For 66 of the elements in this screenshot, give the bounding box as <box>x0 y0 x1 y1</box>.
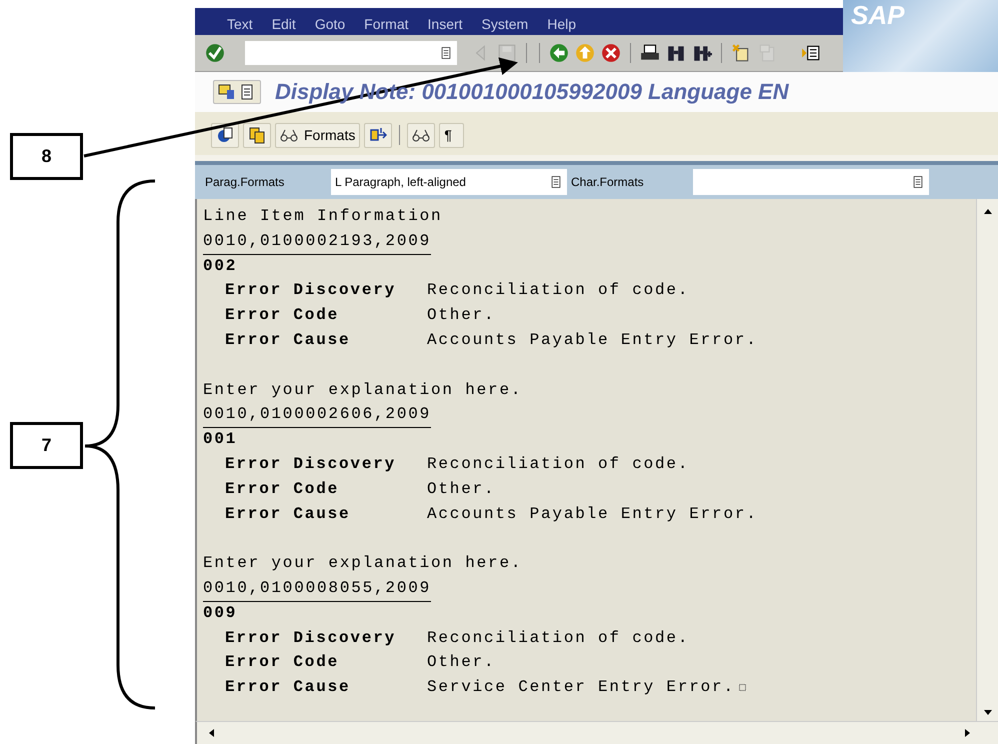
arrows-icon[interactable] <box>369 126 388 144</box>
glasses-button[interactable] <box>407 122 436 148</box>
field-label: Error Code <box>225 478 340 500</box>
field-label: Error Cause <box>225 504 352 525</box>
code-line: 009 <box>203 602 238 624</box>
scroll-up-icon[interactable] <box>982 207 992 215</box>
code-line: 001 <box>203 429 238 450</box>
paragraph-format-label: Parag.Formats <box>205 175 286 189</box>
field-label: Error Cause <box>225 677 352 698</box>
field-value: Other. <box>427 652 496 674</box>
info-icon[interactable] <box>216 126 234 144</box>
text-line: Line Item Information <box>203 206 442 227</box>
menu-item[interactable]: Help <box>547 16 576 32</box>
char-format-field[interactable] <box>693 169 929 195</box>
char-format-label: Char.Formats <box>571 175 645 189</box>
horizontal-scrollbar[interactable] <box>195 721 998 744</box>
field-label: Error Code <box>225 652 340 674</box>
command-field[interactable] <box>245 41 457 65</box>
field-value: Other. <box>427 478 496 500</box>
field-label: Error Discovery <box>225 454 398 475</box>
vertical-scrollbar[interactable] <box>976 199 998 721</box>
field-value: Reconciliation of code. <box>427 454 690 475</box>
text-line: Enter your explanation here. <box>203 553 522 574</box>
field-value: Reconciliation of code. <box>427 628 690 649</box>
reference-line: 0010,0100002193,2009 <box>203 230 432 255</box>
menu-item[interactable]: Insert <box>428 16 463 32</box>
paragraph-mark-button[interactable]: ¶ <box>439 122 464 148</box>
copy-icon[interactable] <box>248 126 266 144</box>
reference-line: 0010,0100002606,2009 <box>203 403 432 428</box>
menu-item[interactable]: Format <box>364 16 409 32</box>
scroll-right-icon[interactable] <box>964 728 972 738</box>
menu-item[interactable]: Text <box>227 16 253 32</box>
checkmark-icon[interactable] <box>205 43 225 63</box>
note-icon-button[interactable] <box>213 80 261 104</box>
dropdown-icon[interactable] <box>439 46 453 60</box>
text-line: Enter your explanation here. <box>203 380 522 401</box>
formats-button[interactable]: Formats <box>275 122 360 148</box>
logo-text: SAP <box>851 0 904 31</box>
note-icon[interactable] <box>218 83 236 101</box>
paragraph-format-field[interactable]: L Paragraph, left-aligned <box>331 169 567 195</box>
field-label: Error Cause <box>225 330 352 351</box>
help-icon[interactable] <box>801 43 821 63</box>
reference-line: 0010,0100008055,2009 <box>203 576 432 602</box>
menu-item[interactable]: System <box>482 16 528 32</box>
code-line: 002 <box>203 256 238 277</box>
callout-box: 7 <box>10 422 83 469</box>
cancel-icon[interactable] <box>601 43 621 63</box>
menu-item[interactable]: Edit <box>272 16 296 32</box>
field-value: Accounts Payable Entry Error. <box>427 330 758 351</box>
field-value: Reconciliation of code. <box>427 280 690 302</box>
copy-button[interactable] <box>243 122 271 148</box>
field-label: Error Discovery <box>225 628 398 649</box>
layout-button[interactable] <box>364 122 392 148</box>
field-value: Accounts Payable Entry Error. <box>427 504 758 525</box>
dropdown-icon[interactable] <box>911 175 925 189</box>
field-label: Error Code <box>225 305 340 326</box>
scroll-down-icon[interactable] <box>982 709 992 717</box>
back-icon[interactable] <box>549 43 569 63</box>
field-label: Error Discovery <box>225 280 398 302</box>
menu-item[interactable]: Goto <box>314 16 346 32</box>
new-session-icon[interactable] <box>731 43 751 63</box>
field-value: Service Center Entry Error. <box>427 677 735 698</box>
dropdown-icon[interactable] <box>549 175 563 189</box>
callout-box: 8 <box>10 133 83 180</box>
field-value: Other. <box>427 305 496 326</box>
scroll-left-icon[interactable] <box>207 728 215 738</box>
